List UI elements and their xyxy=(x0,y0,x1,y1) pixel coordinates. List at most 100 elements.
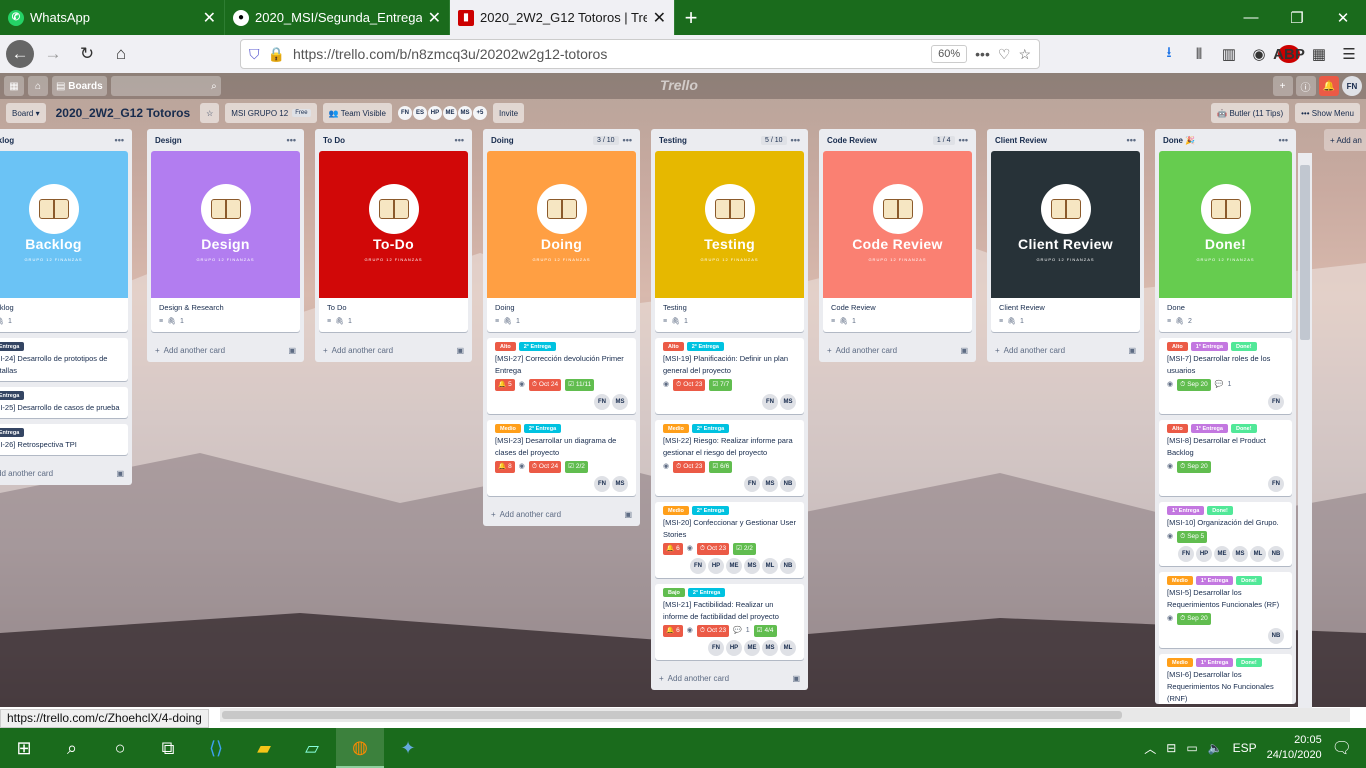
network-icon[interactable]: ⊟ xyxy=(1166,741,1176,755)
card-label[interactable]: 1° Entrega xyxy=(1167,506,1205,515)
volume-icon[interactable]: 🔈 xyxy=(1208,741,1223,755)
add-card-button[interactable]: +Add another card ▣ xyxy=(147,338,304,362)
template-icon[interactable]: ▣ xyxy=(288,346,296,355)
member-avatar[interactable]: ES xyxy=(412,106,427,120)
pocket-icon[interactable]: ♡ xyxy=(998,46,1011,63)
card-label[interactable]: 2° Entrega xyxy=(687,588,726,597)
reload-icon[interactable]: ↻ xyxy=(72,39,102,69)
file-explorer-icon[interactable]: ▰ xyxy=(240,728,288,768)
member-avatar[interactable]: MS xyxy=(762,640,778,656)
member-avatar[interactable]: MS xyxy=(762,476,778,492)
add-card-button[interactable]: +Add another card ▣ xyxy=(483,502,640,526)
apps-icon[interactable]: ▦ xyxy=(4,76,24,96)
cortana-icon[interactable]: ○ xyxy=(96,728,144,768)
extension-icon[interactable]: ▦ xyxy=(1308,45,1330,63)
card-label[interactable]: 2° Entrega xyxy=(686,342,724,351)
task-card[interactable]: Alto 2° Entrega [MSI-19] Planificación: De… xyxy=(655,338,804,414)
card-label[interactable]: Alto xyxy=(1167,342,1188,351)
member-avatar[interactable]: HP xyxy=(427,106,442,120)
add-card-button[interactable]: +Add another card ▣ xyxy=(651,666,808,690)
due-date-badge[interactable]: ⏱ Sep 20 xyxy=(1177,379,1211,391)
task-card[interactable]: Alto 2° Entrega [MSI-27] Corrección devolu… xyxy=(487,338,636,414)
home-icon[interactable]: ⌂ xyxy=(28,76,48,96)
task-card[interactable]: Alto 1° Entrega Done! [MSI-7] Desarrollar r… xyxy=(1159,338,1292,414)
card-label[interactable]: Alto xyxy=(663,342,684,351)
scroll-thumb[interactable] xyxy=(1300,165,1310,340)
card-label[interactable]: 2° Entrega xyxy=(0,428,25,437)
restore-icon[interactable]: ❐ xyxy=(1274,0,1320,35)
tab-trello[interactable]: ▮ 2020_2W2_G12 Totoros | Trello ✕ xyxy=(450,0,675,35)
cover-card[interactable]: Code Review GRUPO 12 FINANZAS Code Review ≡… xyxy=(823,151,972,332)
member-avatar[interactable]: MS xyxy=(612,476,628,492)
due-date-badge[interactable]: ⏱ Oct 24 xyxy=(528,379,562,391)
card-label[interactable]: Alto xyxy=(1167,424,1188,433)
card-label[interactable]: Done! xyxy=(1236,576,1262,585)
team-button[interactable]: MSI GRUPO 12 Free xyxy=(225,103,317,123)
search-icon[interactable]: ⌕ xyxy=(48,728,96,768)
task-card[interactable]: Medio 1° Entrega Done! [MSI-5] Desarrollar … xyxy=(1159,572,1292,648)
card-label[interactable]: Done! xyxy=(1230,342,1257,351)
task-card[interactable]: Medio 2° Entrega [MSI-20] Confeccionar y G… xyxy=(655,502,804,578)
card-label[interactable]: 2° Entrega xyxy=(523,424,562,433)
add-card-button[interactable]: +Add another card ▣ xyxy=(315,338,472,362)
card-label[interactable]: 2° Entrega xyxy=(0,391,25,400)
due-date-badge[interactable]: ⏱ Sep 20 xyxy=(1177,613,1211,625)
lock-icon[interactable]: 🔒 xyxy=(268,46,285,63)
language-indicator[interactable]: ESP xyxy=(1233,741,1257,755)
minimize-icon[interactable]: — xyxy=(1228,0,1274,35)
back-arrow-icon[interactable]: ← xyxy=(6,40,34,68)
card-label[interactable]: 2° Entrega xyxy=(691,424,730,433)
sidebar-icon[interactable]: ▥ xyxy=(1218,45,1240,63)
member-avatar[interactable]: FN xyxy=(690,558,706,574)
more-members[interactable]: +5 xyxy=(472,106,487,120)
chevron-up-icon[interactable]: ︿ xyxy=(1144,740,1156,757)
url-bar[interactable]: ⛉ 🔒 https://trello.com/b/n8zmcq3u/20202w… xyxy=(240,39,1040,69)
member-avatar[interactable]: MS xyxy=(612,394,628,410)
list-title[interactable]: Testing xyxy=(659,136,757,145)
member-avatar[interactable]: ML xyxy=(780,640,796,656)
battery-icon[interactable]: ▭ xyxy=(1186,741,1197,755)
clock[interactable]: 20:05 24/10/2020 xyxy=(1267,733,1322,763)
more-icon[interactable]: ••• xyxy=(975,46,990,62)
board-view-button[interactable]: Board ▾ xyxy=(6,103,46,123)
list-menu-icon[interactable]: ••• xyxy=(455,135,464,145)
due-date-badge[interactable]: ⏱ Oct 23 xyxy=(696,543,730,555)
task-view-icon[interactable]: ⧉ xyxy=(144,728,192,768)
due-date-badge[interactable]: ⏱ Oct 23 xyxy=(696,625,730,637)
list-title[interactable]: Done 🎉 xyxy=(1163,136,1275,145)
member-avatar[interactable]: ME xyxy=(442,106,457,120)
cover-card[interactable]: Doing GRUPO 12 FINANZAS Doing ≡ 🖇 1 xyxy=(487,151,636,332)
butler-button[interactable]: 🤖 Butler (11 Tips) xyxy=(1211,103,1290,123)
task-card[interactable]: Alto 1° Entrega Done! [MSI-8] Desarrollar e… xyxy=(1159,420,1292,496)
shield-icon[interactable]: ⛉ xyxy=(249,46,260,63)
adblock-icon[interactable]: ABP xyxy=(1273,45,1305,63)
card-label[interactable]: Medio xyxy=(495,424,521,433)
template-icon[interactable]: ▣ xyxy=(1128,346,1136,355)
url-text[interactable]: https://trello.com/b/n8zmcq3u/20202w2g12… xyxy=(293,46,923,62)
home-icon[interactable]: ⌂ xyxy=(106,39,136,69)
member-avatar[interactable]: FN xyxy=(708,640,724,656)
member-avatar[interactable]: FN xyxy=(397,106,412,120)
member-avatar[interactable]: ML xyxy=(1250,546,1266,562)
member-avatar[interactable]: ME xyxy=(726,558,742,574)
list-title[interactable]: Code Review xyxy=(827,136,929,145)
due-date-badge[interactable]: ⏱ Sep 5 xyxy=(1177,531,1208,543)
member-avatar[interactable]: MS xyxy=(1232,546,1248,562)
member-avatar[interactable]: FN xyxy=(762,394,778,410)
template-icon[interactable]: ▣ xyxy=(624,510,632,519)
close-icon[interactable]: ✕ xyxy=(428,8,441,28)
member-avatar[interactable]: FN xyxy=(594,394,610,410)
list-menu-icon[interactable]: ••• xyxy=(791,135,800,145)
list-title[interactable]: Backlog xyxy=(0,136,111,145)
star-icon[interactable]: ☆ xyxy=(200,103,220,123)
card-label[interactable]: Medio xyxy=(1167,658,1193,667)
card-label[interactable]: 1° Entrega xyxy=(1195,658,1234,667)
card-label[interactable]: 2° Entrega xyxy=(691,506,730,515)
template-icon[interactable]: ▣ xyxy=(960,346,968,355)
card-label[interactable]: 1° Entrega xyxy=(1190,342,1228,351)
list-menu-icon[interactable]: ••• xyxy=(287,135,296,145)
board-horizontal-scrollbar[interactable] xyxy=(220,708,1350,722)
cover-card[interactable]: Client Review GRUPO 12 FINANZAS Client Rev… xyxy=(991,151,1140,332)
notebook-icon[interactable]: ▱ xyxy=(288,728,336,768)
boards-button[interactable]: ▤ Boards xyxy=(52,76,107,96)
